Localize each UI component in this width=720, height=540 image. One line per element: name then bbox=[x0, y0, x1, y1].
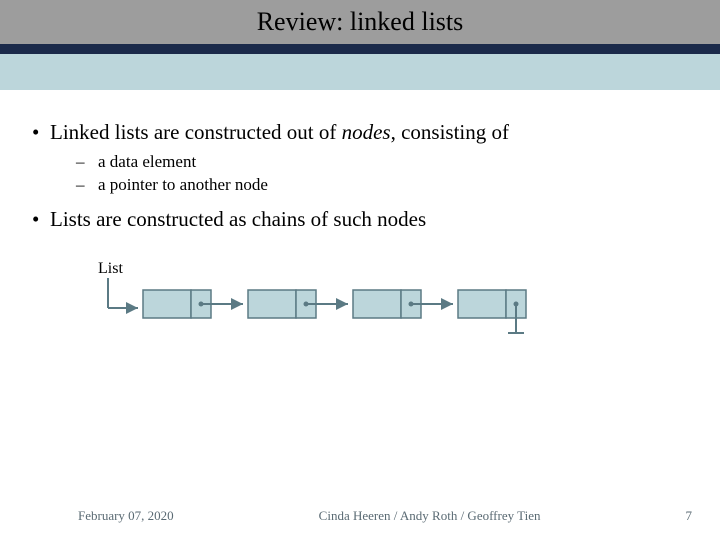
node-1 bbox=[143, 290, 243, 318]
footer-authors: Cinda Heeren / Andy Roth / Geoffrey Tien bbox=[174, 508, 686, 524]
bullet-text: Linked lists are constructed out of bbox=[50, 120, 342, 144]
header-bar-navy bbox=[0, 44, 720, 54]
bullet-italic: nodes bbox=[342, 120, 391, 144]
slide-title: Review: linked lists bbox=[257, 7, 464, 37]
bullet-level1: Linked lists are constructed out of node… bbox=[50, 120, 700, 145]
bullet-text: Lists are constructed as chains of such … bbox=[50, 207, 426, 231]
footer-date: February 07, 2020 bbox=[78, 508, 174, 524]
node-2 bbox=[248, 290, 348, 318]
bullet-text: a pointer to another node bbox=[98, 175, 268, 194]
linked-list-diagram: List bbox=[98, 260, 700, 353]
linked-list-svg bbox=[98, 278, 618, 348]
node-3 bbox=[353, 290, 453, 318]
footer: February 07, 2020 Cinda Heeren / Andy Ro… bbox=[0, 508, 720, 524]
header-bar-teal bbox=[0, 54, 720, 90]
bullet-text-after: , consisting of bbox=[391, 120, 509, 144]
footer-page: 7 bbox=[686, 508, 693, 524]
header-bar-gray: Review: linked lists bbox=[0, 0, 720, 44]
content-area: Linked lists are constructed out of node… bbox=[0, 90, 720, 353]
bullet-level2: a pointer to another node bbox=[98, 174, 700, 197]
diagram-label: List bbox=[98, 260, 700, 278]
node-4 bbox=[458, 290, 526, 333]
bullet-level2: a data element bbox=[98, 151, 700, 174]
bullet-level1: Lists are constructed as chains of such … bbox=[50, 207, 700, 232]
bullet-text: a data element bbox=[98, 152, 196, 171]
